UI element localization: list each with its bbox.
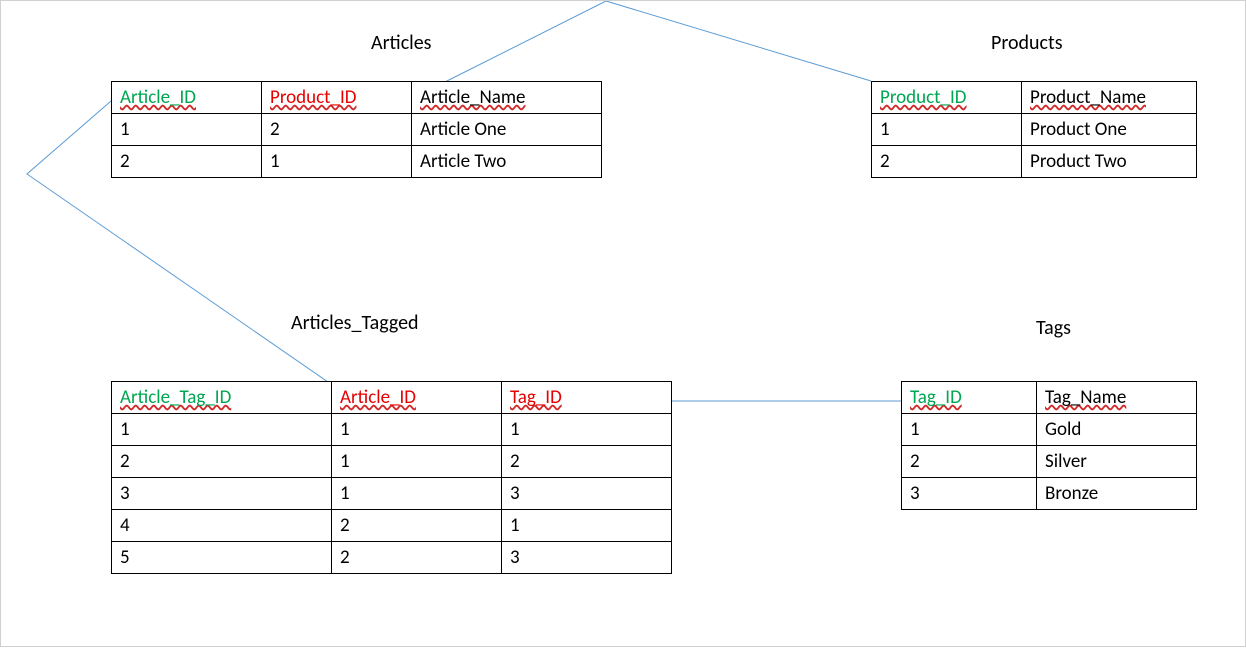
- table-row: 2 1 2: [112, 446, 672, 478]
- table-row: 3 Bronze: [902, 478, 1197, 510]
- col-at-tag-id: Tag_ID: [510, 386, 562, 409]
- table-row: 2 Product Two: [872, 146, 1197, 178]
- table-row: 2 1 Article Two: [112, 146, 602, 178]
- table-row: 4 2 1: [112, 510, 672, 542]
- table-row: 1 2 Article One: [112, 114, 602, 146]
- table-row: 1 Product One: [872, 114, 1197, 146]
- table-row: 1 1 1: [112, 414, 672, 446]
- table-row: 5 2 3: [112, 542, 672, 574]
- table-articles-tagged: Article_Tag_ID Article_ID Tag_ID 1 1 1 2…: [111, 381, 672, 574]
- table-row: 3 1 3: [112, 478, 672, 510]
- table-title-products: Products: [991, 31, 1063, 55]
- table-row: 2 Silver: [902, 446, 1197, 478]
- table-title-articles: Articles: [371, 31, 432, 55]
- col-products-product-id: Product_ID: [880, 86, 966, 109]
- col-products-product-name: Product_Name: [1030, 86, 1146, 109]
- col-articles-article-id: Article_ID: [120, 86, 196, 109]
- table-tags: Tag_ID Tag_Name 1 Gold 2 Silver 3 Bronze: [901, 381, 1197, 510]
- col-articles-article-name: Article_Name: [420, 86, 526, 109]
- col-at-article-id: Article_ID: [340, 386, 416, 409]
- table-articles: Article_ID Product_ID Article_Name 1 2 A…: [111, 81, 602, 178]
- table-title-articles-tagged: Articles_Tagged: [291, 311, 419, 335]
- table-products: Product_ID Product_Name 1 Product One 2 …: [871, 81, 1197, 178]
- table-row: 1 Gold: [902, 414, 1197, 446]
- col-tags-tag-name: Tag_Name: [1045, 386, 1126, 409]
- col-articles-product-id: Product_ID: [270, 86, 356, 109]
- diagram-canvas: Articles Article_ID Product_ID Article_N…: [0, 0, 1246, 647]
- col-at-article-tag-id: Article_Tag_ID: [120, 386, 231, 409]
- table-title-tags: Tags: [1036, 316, 1071, 340]
- col-tags-tag-id: Tag_ID: [910, 386, 962, 409]
